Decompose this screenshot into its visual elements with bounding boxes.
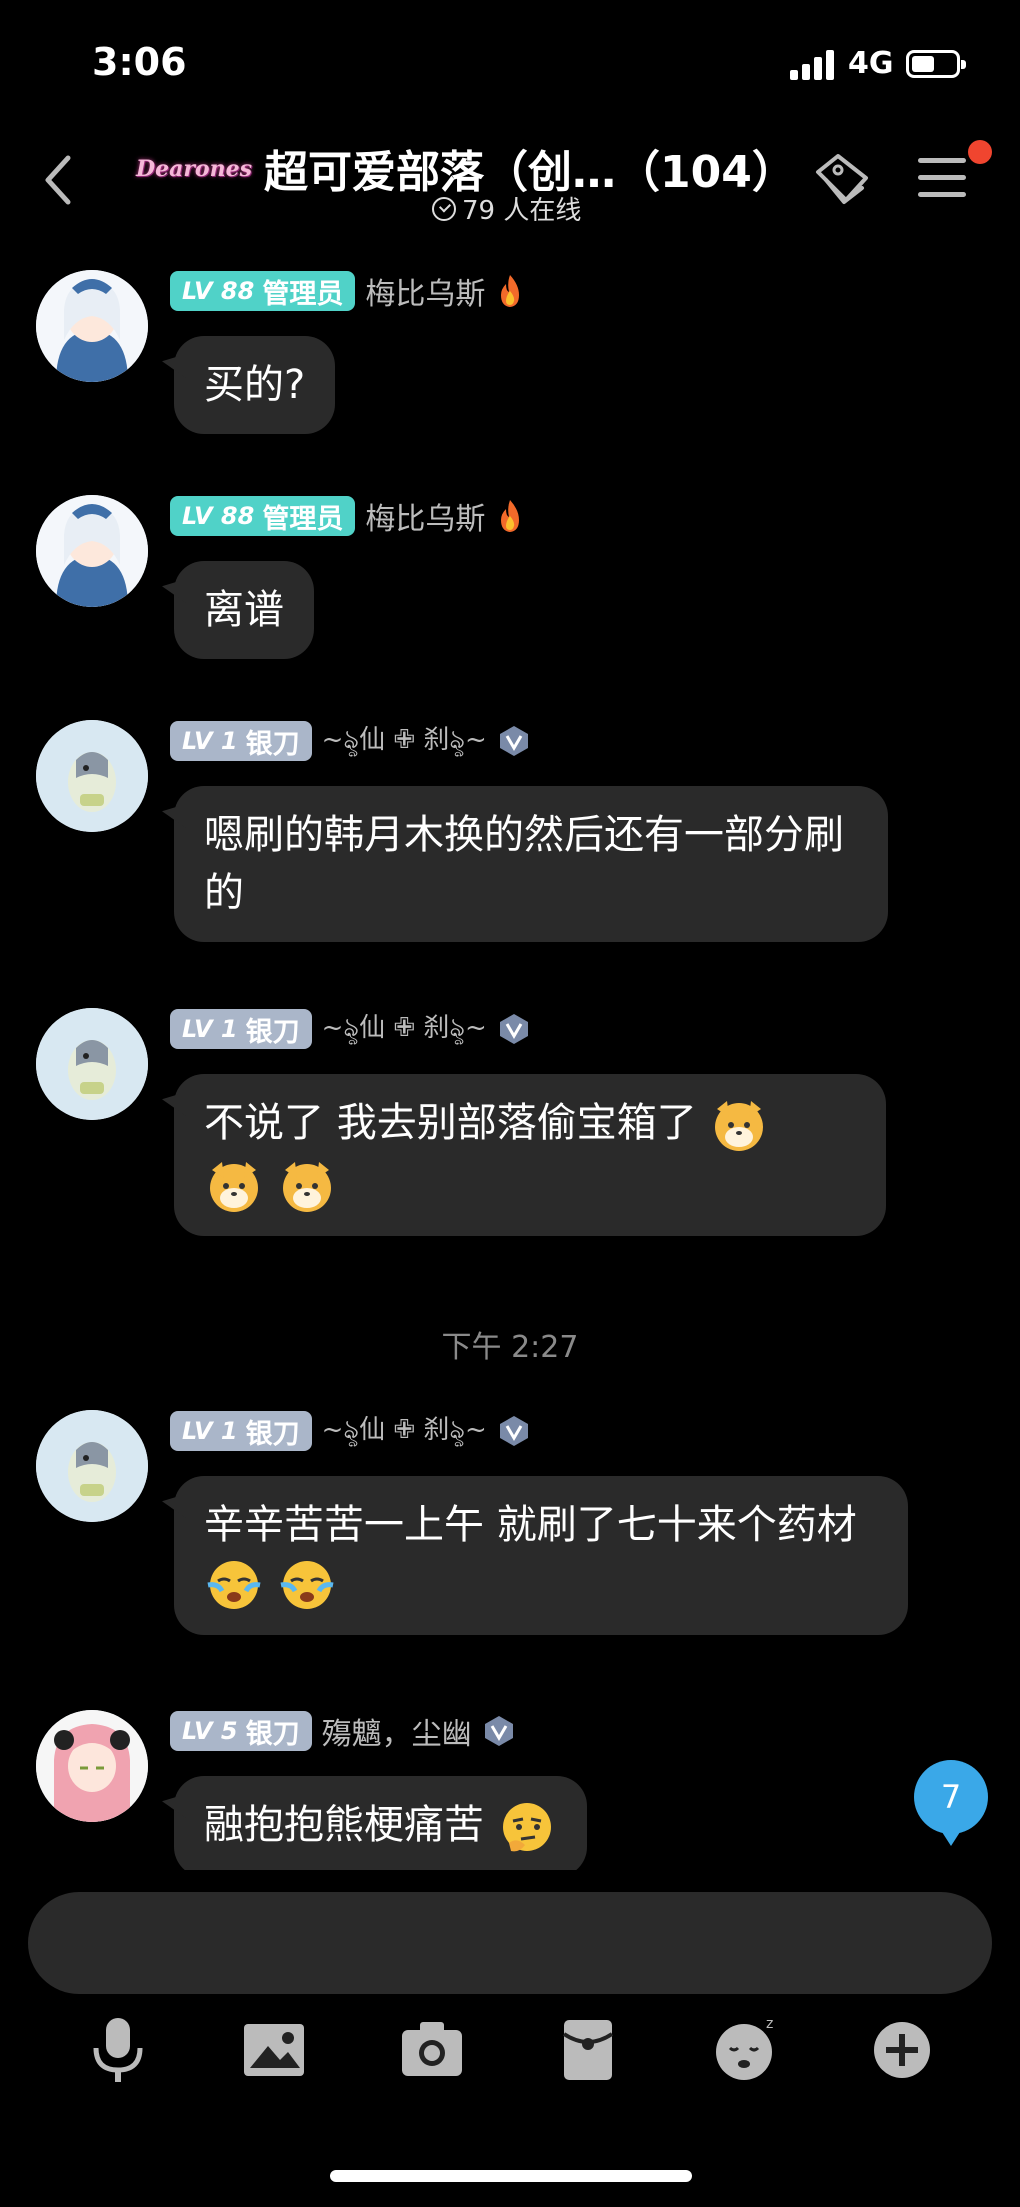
crying-emoji-icon — [207, 1561, 261, 1609]
level-badge: LV 88 管理员 — [170, 496, 356, 536]
level-text: LV 88 — [182, 277, 255, 305]
message-input[interactable] — [28, 1892, 992, 1994]
message-text: 辛辛苦苦一上午 就刷了七十来个药材 — [204, 1502, 857, 1548]
message-meta: LV 5 银刀 殤魑，尘幽 — [170, 1710, 516, 1752]
network-type: 4G — [848, 46, 894, 81]
back-icon[interactable] — [40, 150, 80, 210]
level-text: LV 5 — [182, 1717, 238, 1745]
avatar[interactable] — [36, 270, 148, 382]
camera-icon[interactable] — [392, 2010, 472, 2090]
status-time: 3:06 — [92, 40, 187, 84]
status-bar: 3:06 4G — [0, 0, 1020, 120]
tag-icon[interactable] — [808, 150, 874, 210]
sender-name[interactable]: 殤魑，尘幽 — [322, 1709, 472, 1753]
sender-name[interactable]: ~ৡ仙 ✙ 刹ৡ~ — [322, 719, 487, 763]
sender-name[interactable]: ~ৡ仙 ✙ 刹ৡ~ — [322, 1409, 487, 1453]
message-bubble[interactable]: 融抱抱熊梗痛苦 — [174, 1776, 587, 1877]
unread-count-badge[interactable]: 7 — [914, 1760, 988, 1846]
avatar[interactable] — [36, 1710, 148, 1822]
message-text: 融抱抱熊梗痛苦 — [204, 1802, 484, 1848]
level-badge: LV 88 管理员 — [170, 271, 356, 311]
sender-name[interactable]: 梅比乌斯 — [365, 269, 485, 313]
menu-icon[interactable] — [918, 156, 966, 200]
home-indicator — [330, 2170, 692, 2182]
level-text: LV 1 — [182, 1015, 238, 1043]
role-text: 银刀 — [245, 728, 300, 760]
flame-icon — [501, 500, 520, 532]
chat-header: Dearones 超可爱部落（创…（104） 79 人在线 — [0, 120, 1020, 230]
level-text: LV 1 — [182, 1417, 238, 1445]
avatar[interactable] — [36, 720, 148, 832]
shiba-emoji-icon — [210, 1162, 258, 1212]
sender-name[interactable]: ~ৡ仙 ✙ 刹ৡ~ — [322, 1007, 487, 1051]
shiba-emoji-icon — [715, 1101, 764, 1151]
message-bubble[interactable]: 不说了 我去别部落偷宝箱了 — [174, 1074, 886, 1236]
message-meta: LV 1 银刀 ~ৡ仙 ✙ 刹ৡ~ — [170, 1008, 531, 1050]
level-text: LV 88 — [182, 502, 255, 530]
add-icon[interactable] — [862, 2010, 942, 2090]
mic-icon[interactable] — [78, 2010, 158, 2090]
brand-logo: Dearones — [136, 156, 252, 182]
level-badge: LV 1 银刀 — [170, 721, 312, 761]
notification-dot — [968, 140, 992, 164]
time-divider: 下午 2:27 — [441, 1330, 579, 1365]
message-bubble[interactable]: 买的? — [174, 336, 336, 434]
role-text: 管理员 — [262, 278, 344, 310]
message-meta: LV 88 管理员 梅比乌斯 — [170, 495, 525, 537]
avatar[interactable] — [36, 495, 148, 607]
message-meta: LV 88 管理员 梅比乌斯 — [170, 270, 525, 312]
role-text: 管理员 — [262, 503, 344, 535]
message-meta: LV 1 银刀 ~ৡ仙 ✙ 刹ৡ~ — [170, 1410, 531, 1452]
avatar[interactable] — [36, 1410, 148, 1522]
online-count: 79 人在线 — [432, 190, 581, 227]
message-bubble[interactable]: 辛辛苦苦一上午 就刷了七十来个药材 — [174, 1476, 908, 1635]
message-bubble[interactable]: 嗯刷的韩月木换的然后还有一部分刷的 — [174, 786, 888, 942]
role-text: 银刀 — [245, 1418, 300, 1450]
emoji-icon[interactable]: z — [704, 2010, 784, 2090]
signal-icon — [790, 50, 836, 80]
online-check-icon — [432, 196, 456, 221]
svg-text:z: z — [766, 2016, 773, 2032]
message-text: 离谱 — [204, 587, 284, 633]
rank-icon — [499, 1014, 528, 1044]
crying-emoji-icon — [280, 1561, 334, 1609]
level-badge: LV 1 银刀 — [170, 1411, 312, 1451]
rank-icon — [484, 1716, 513, 1746]
rank-icon — [499, 1416, 528, 1446]
red-packet-icon[interactable] — [548, 2010, 628, 2090]
level-badge: LV 5 银刀 — [170, 1711, 312, 1751]
thinking-emoji-icon — [502, 1803, 551, 1852]
level-text: LV 1 — [182, 727, 238, 755]
avatar[interactable] — [36, 1008, 148, 1120]
level-badge: LV 1 银刀 — [170, 1009, 312, 1049]
rank-icon — [499, 726, 528, 756]
message-text: 嗯刷的韩月木换的然后还有一部分刷的 — [204, 812, 844, 916]
composer-toolbar: z — [0, 2010, 1020, 2100]
role-text: 银刀 — [245, 1718, 300, 1750]
battery-icon — [906, 50, 966, 78]
message-bubble[interactable]: 离谱 — [174, 561, 314, 659]
message-text: 买的? — [204, 362, 306, 408]
online-text: 79 人在线 — [462, 196, 582, 226]
image-icon[interactable] — [234, 2010, 314, 2090]
message-meta: LV 1 银刀 ~ৡ仙 ✙ 刹ৡ~ — [170, 720, 531, 762]
shiba-emoji-icon — [282, 1162, 331, 1212]
message-text: 不说了 我去别部落偷宝箱了 — [204, 1100, 697, 1146]
sender-name[interactable]: 梅比乌斯 — [365, 494, 485, 538]
role-text: 银刀 — [245, 1016, 300, 1048]
flame-icon — [501, 275, 520, 307]
